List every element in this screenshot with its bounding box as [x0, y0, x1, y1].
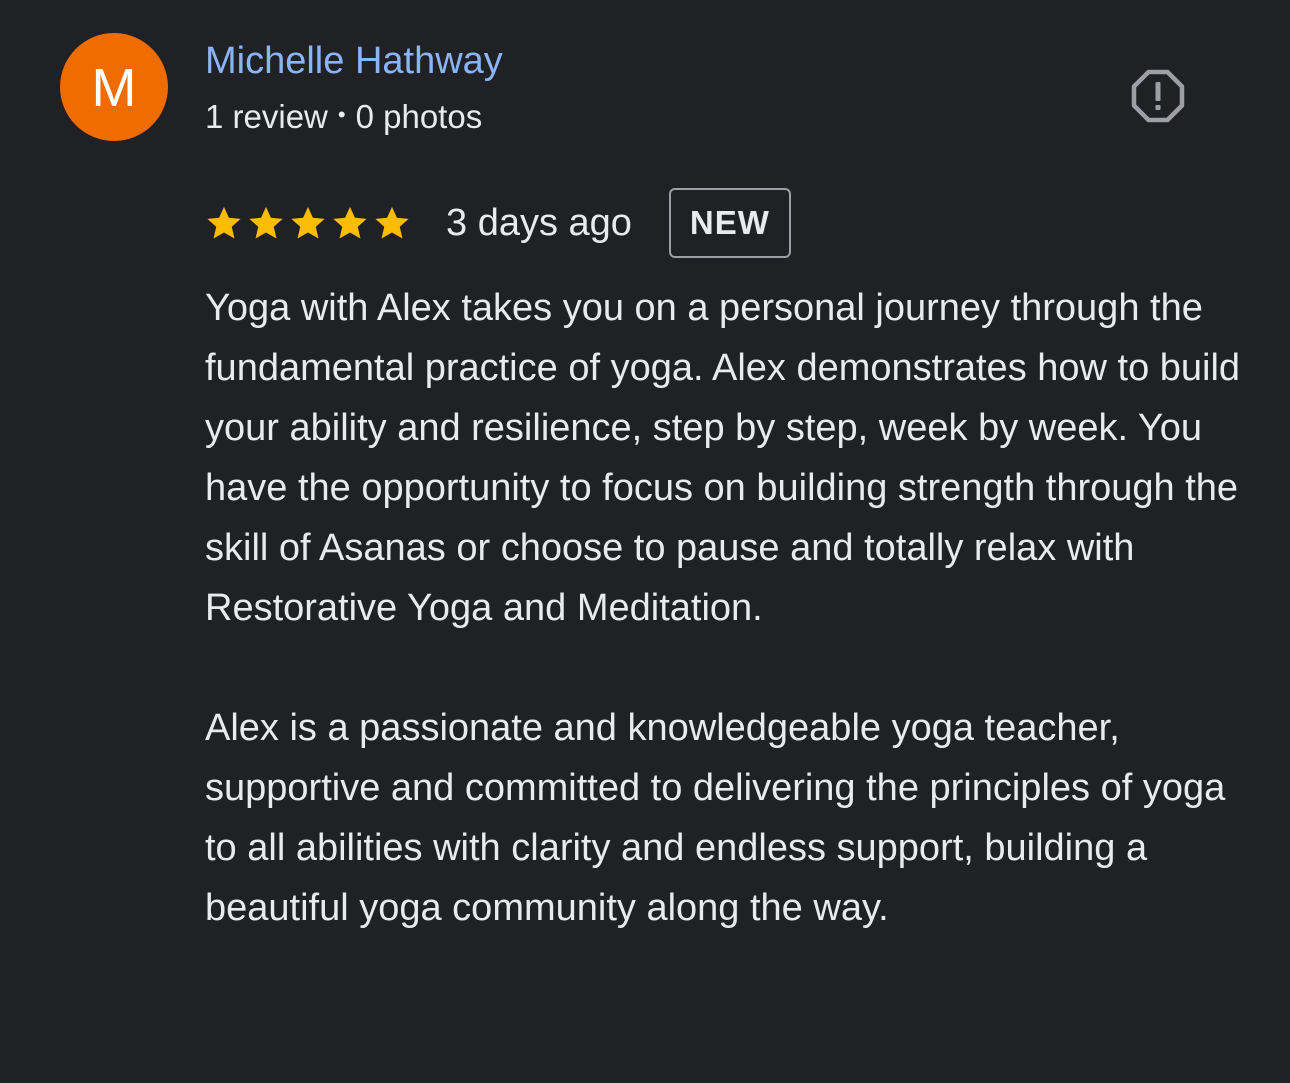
- review-text: Yoga with Alex takes you on a personal j…: [205, 278, 1245, 938]
- reviewer-meta: 1 review • 0 photos: [205, 97, 482, 137]
- star-icon: [249, 206, 283, 239]
- star-icon: [291, 206, 325, 239]
- photo-count: 0 photos: [355, 98, 483, 135]
- review-card: M Michelle Hathway 1 review • 0 photos 3…: [0, 0, 1290, 1083]
- review-paragraph: Yoga with Alex takes you on a personal j…: [205, 287, 1241, 629]
- reviewer-name[interactable]: Michelle Hathway: [205, 38, 503, 84]
- meta-separator: •: [337, 102, 346, 127]
- avatar-initial: M: [91, 58, 137, 118]
- star-rating: [205, 204, 411, 242]
- rating-row: 3 days ago NEW: [205, 186, 791, 260]
- avatar[interactable]: M: [60, 33, 168, 141]
- review-date: 3 days ago: [446, 202, 632, 244]
- review-paragraph: Alex is a passionate and knowledgeable y…: [205, 707, 1226, 929]
- star-icon: [333, 206, 367, 239]
- new-badge: NEW: [668, 188, 791, 258]
- review-count: 1 review: [205, 98, 328, 135]
- star-icon: [375, 206, 409, 239]
- report-button[interactable]: [1128, 66, 1188, 126]
- report-flag-icon: [1131, 69, 1185, 123]
- star-icon: [207, 206, 241, 239]
